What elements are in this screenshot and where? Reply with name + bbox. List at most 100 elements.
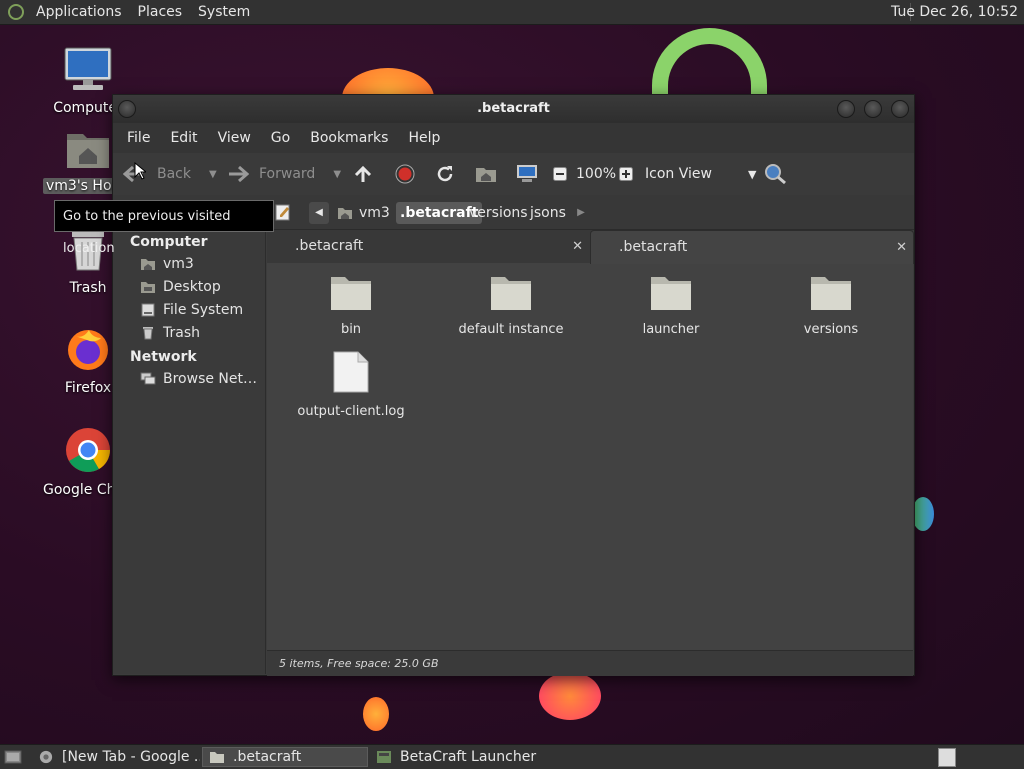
zoom-out-button[interactable] bbox=[553, 153, 567, 195]
zoom-level[interactable]: 100% bbox=[576, 153, 616, 195]
forward-label: Forward bbox=[259, 166, 316, 182]
back-history-dropdown-icon[interactable]: ▼ bbox=[209, 169, 217, 180]
zoom-level-label: 100% bbox=[576, 166, 617, 182]
chevron-left-icon: ◀ bbox=[315, 207, 323, 218]
sidebar-heading-computer: Computer bbox=[130, 234, 208, 250]
tab-close-icon[interactable]: ✕ bbox=[896, 231, 907, 264]
edit-location-toggle[interactable] bbox=[275, 203, 291, 225]
breadcrumb-vm3[interactable]: vm3 bbox=[333, 202, 394, 224]
folder-icon bbox=[761, 274, 901, 316]
menu-places[interactable]: Places bbox=[130, 0, 191, 24]
forward-button[interactable]: Forward ▼ bbox=[227, 153, 341, 195]
stop-button[interactable] bbox=[395, 153, 415, 195]
file-manager-window: .betacraft File Edit View Go Bookmarks H… bbox=[112, 94, 915, 676]
menu-edit[interactable]: Edit bbox=[160, 130, 207, 146]
menu-system[interactable]: System bbox=[190, 0, 258, 24]
title-bar[interactable]: .betacraft bbox=[113, 95, 914, 123]
network-icon bbox=[140, 372, 156, 385]
back-button-tooltip: Go to the previous visited location bbox=[54, 200, 274, 256]
workspace-switcher[interactable] bbox=[938, 748, 956, 767]
decor-blob bbox=[539, 672, 601, 720]
tab-close-icon[interactable]: ✕ bbox=[572, 230, 583, 263]
file-name: versions bbox=[803, 322, 859, 337]
tab-label: .betacraft bbox=[619, 239, 688, 255]
menu-view[interactable]: View bbox=[208, 130, 261, 146]
app-icon bbox=[377, 751, 391, 763]
top-panel: Applications Places System Tue Dec 26, 1… bbox=[0, 0, 1024, 25]
maximize-button[interactable] bbox=[864, 100, 882, 118]
zoom-in-button[interactable] bbox=[619, 153, 633, 195]
window-title: .betacraft bbox=[477, 101, 550, 116]
menu-bar: File Edit View Go Bookmarks Help bbox=[113, 123, 914, 153]
breadcrumb-label: jsons bbox=[530, 205, 566, 221]
menu-bookmarks[interactable]: Bookmarks bbox=[300, 130, 398, 146]
forward-arrow-icon bbox=[229, 165, 249, 183]
folder-icon bbox=[441, 274, 581, 316]
breadcrumb-scroll-right[interactable]: ▶ bbox=[573, 202, 589, 224]
sidebar-item-desktop[interactable]: Desktop bbox=[140, 279, 221, 295]
edit-location-icon bbox=[275, 204, 290, 221]
decor-blob bbox=[363, 697, 389, 731]
file-item-folder[interactable]: default instance bbox=[441, 274, 581, 337]
file-name: output-client.log bbox=[297, 404, 405, 419]
show-desktop-icon bbox=[4, 750, 22, 764]
minimize-button[interactable] bbox=[837, 100, 855, 118]
file-item-folder[interactable]: launcher bbox=[601, 274, 741, 337]
menu-file[interactable]: File bbox=[117, 130, 160, 146]
decor-blob bbox=[912, 497, 934, 531]
show-desktop-button[interactable] bbox=[4, 749, 22, 769]
up-button[interactable] bbox=[353, 153, 373, 195]
status-bar: 5 items, Free space: 25.0 GB bbox=[267, 650, 913, 676]
sidebar-item-file-system[interactable]: File System bbox=[140, 302, 243, 318]
tab-betacraft-1[interactable]: .betacraft ✕ bbox=[267, 230, 589, 263]
mouse-cursor-icon bbox=[134, 161, 148, 184]
sidebar-item-trash[interactable]: Trash bbox=[140, 325, 200, 341]
folder-icon bbox=[601, 274, 741, 316]
sidebar-item-browse-network[interactable]: Browse Net… bbox=[140, 371, 257, 387]
tab-bar: .betacraft ✕ .betacraft ✕ bbox=[267, 230, 914, 264]
sidebar-item-label: Desktop bbox=[163, 279, 221, 295]
sidebar-item-vm3[interactable]: vm3 bbox=[140, 256, 194, 272]
view-mode-select[interactable]: Icon View ▼ bbox=[645, 153, 756, 195]
taskbar-item-betacraft[interactable]: BetaCraft Launcher ... bbox=[370, 747, 538, 767]
reload-button[interactable] bbox=[435, 153, 455, 195]
search-button[interactable] bbox=[763, 153, 787, 195]
stop-icon bbox=[395, 164, 415, 184]
breadcrumb-versions[interactable]: versions bbox=[465, 202, 532, 224]
file-view[interactable]: bin default instance launcher versions o… bbox=[267, 230, 913, 650]
tab-betacraft-2[interactable]: .betacraft ✕ bbox=[590, 230, 914, 264]
sidebar-item-label: vm3 bbox=[163, 256, 194, 272]
forward-history-dropdown-icon[interactable]: ▼ bbox=[333, 169, 341, 180]
sidebar-item-label: File System bbox=[163, 302, 244, 318]
taskbar-item-file-manager[interactable]: .betacraft bbox=[202, 747, 368, 767]
sidebar-heading-network: Network bbox=[130, 349, 197, 365]
toolbar: Back ▼ Forward ▼ 100% Icon View ▼ bbox=[113, 153, 914, 195]
sidebar-item-label: Trash bbox=[163, 325, 200, 341]
home-button[interactable] bbox=[475, 153, 497, 195]
places-sidebar: Computer vm3 Desktop File System Trash N… bbox=[113, 230, 266, 674]
file-item-folder[interactable]: bin bbox=[281, 274, 421, 337]
search-icon bbox=[765, 164, 786, 185]
breadcrumb-label: versions bbox=[469, 205, 528, 221]
breadcrumb-jsons[interactable]: jsons bbox=[526, 202, 570, 224]
menu-applications[interactable]: Applications bbox=[28, 0, 130, 24]
drive-icon bbox=[141, 303, 155, 317]
taskbar-item-chrome[interactable]: [New Tab - Google ... bbox=[32, 747, 200, 767]
menu-help[interactable]: Help bbox=[398, 130, 450, 146]
chevron-down-icon: ▼ bbox=[747, 167, 757, 181]
back-label: Back bbox=[157, 166, 191, 182]
file-item-folder[interactable]: versions bbox=[761, 274, 901, 337]
file-item-file[interactable]: output-client.log bbox=[281, 350, 421, 419]
folder-icon bbox=[210, 752, 224, 763]
computer-icon bbox=[517, 165, 537, 182]
tab-label: .betacraft bbox=[295, 238, 364, 254]
desktop-icon bbox=[141, 282, 155, 293]
home-icon bbox=[141, 259, 155, 270]
distro-logo-icon[interactable] bbox=[8, 4, 24, 20]
trash-icon bbox=[143, 327, 153, 340]
breadcrumb-scroll-left[interactable]: ◀ bbox=[309, 202, 329, 224]
clock[interactable]: Tue Dec 26, 10:52 bbox=[891, 0, 1018, 24]
computer-button[interactable] bbox=[516, 153, 538, 195]
menu-go[interactable]: Go bbox=[261, 130, 300, 146]
close-button[interactable] bbox=[891, 100, 909, 118]
